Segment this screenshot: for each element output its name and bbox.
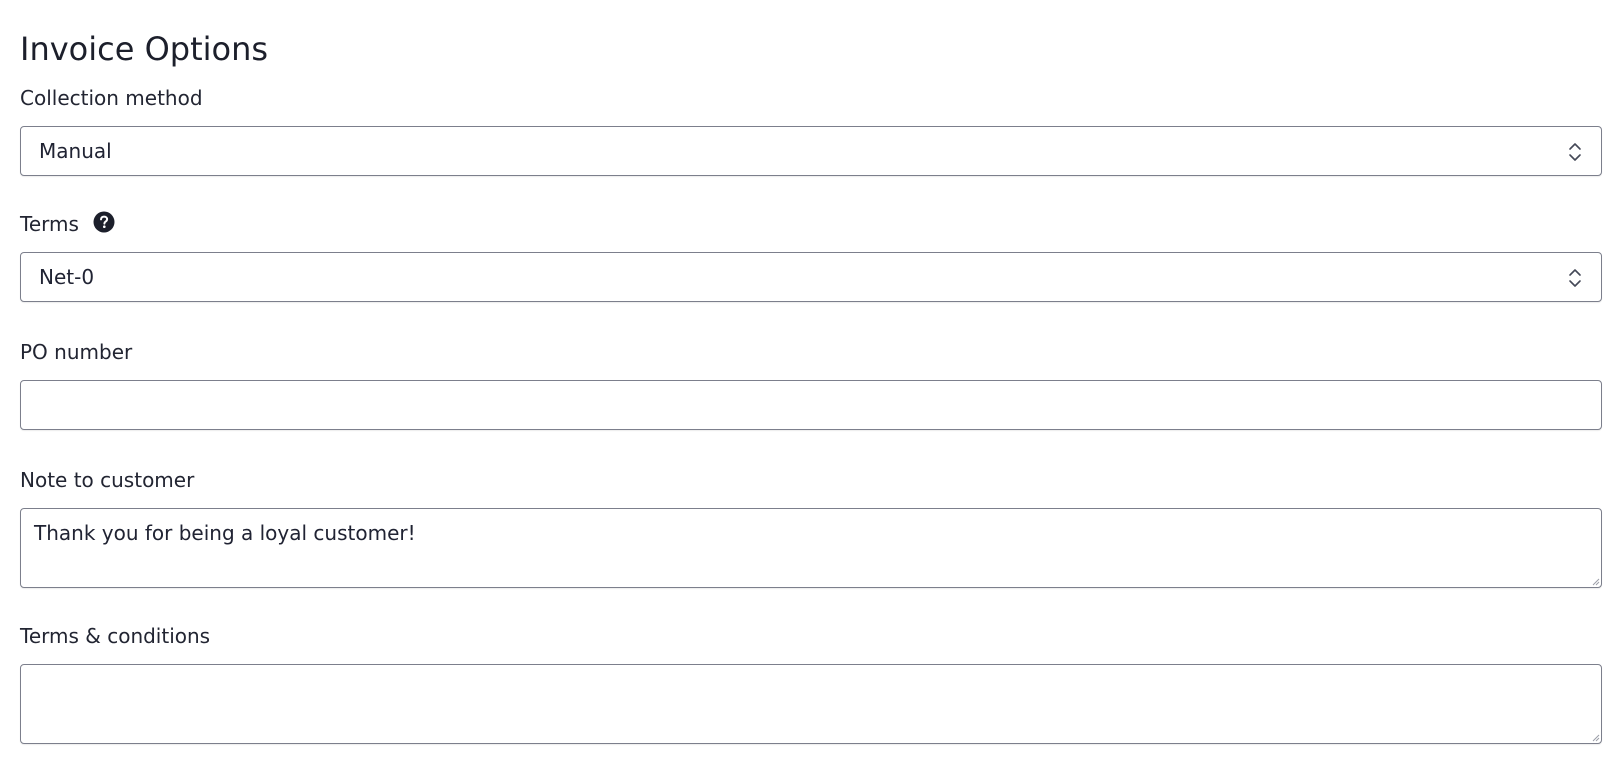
collection-method-value: Manual [39, 139, 112, 163]
resize-grip-icon[interactable] [1592, 734, 1600, 742]
note-to-customer-textarea[interactable]: Thank you for being a loyal customer! [20, 508, 1602, 588]
terms-label: Terms [20, 210, 1602, 238]
terms-value: Net-0 [39, 265, 95, 289]
collection-method-select[interactable]: Manual [20, 126, 1602, 176]
question-circle-icon[interactable] [93, 211, 115, 233]
note-to-customer-label: Note to customer [20, 466, 1602, 494]
terms-select[interactable]: Net-0 [20, 252, 1602, 302]
note-to-customer-value: Thank you for being a loyal customer! [34, 521, 416, 545]
terms-conditions-label: Terms & conditions [20, 622, 1602, 650]
collection-method-label: Collection method [20, 84, 1602, 112]
chevron-up-down-icon [1569, 269, 1581, 287]
invoice-options-form: Invoice Options Collection method Manual… [0, 0, 1622, 776]
collection-method-label-text: Collection method [20, 86, 203, 110]
resize-grip-icon[interactable] [1592, 578, 1600, 586]
terms-label-text: Terms [20, 212, 79, 236]
terms-conditions-label-text: Terms & conditions [20, 624, 211, 648]
note-to-customer-label-text: Note to customer [20, 468, 195, 492]
po-number-label-text: PO number [20, 340, 133, 364]
po-number-label: PO number [20, 338, 1602, 366]
terms-conditions-textarea[interactable] [20, 664, 1602, 744]
po-number-input[interactable] [20, 380, 1602, 430]
page-title: Invoice Options [20, 30, 269, 68]
chevron-up-down-icon [1569, 143, 1581, 161]
